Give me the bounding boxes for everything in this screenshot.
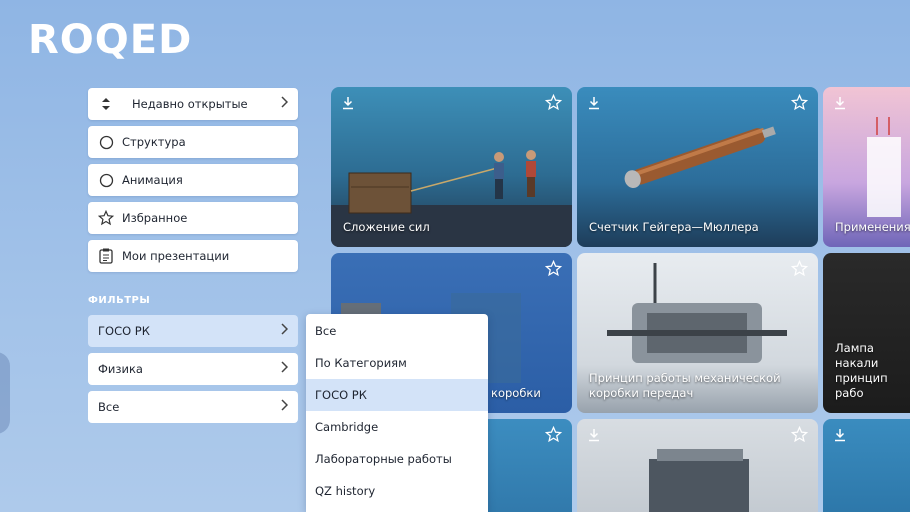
chevron-right-icon <box>280 323 289 339</box>
menu-item-label: Избранное <box>122 211 188 225</box>
lesson-card[interactable]: Сложение сил <box>331 87 572 247</box>
filters-list: ГОСО РК Физика Все <box>88 315 298 429</box>
card-title: Сложение сил <box>343 220 430 234</box>
filter-label: ГОСО РК <box>98 324 150 338</box>
dropdown-option-selected[interactable]: ГОСО РК <box>306 379 488 411</box>
sort-icon <box>98 96 114 112</box>
lesson-card[interactable]: Принцип работы механической коробки пере… <box>577 253 818 413</box>
download-icon[interactable] <box>587 427 601 442</box>
menu-item-favorites[interactable]: Избранное <box>88 202 298 234</box>
dropdown-option[interactable]: Cambridge <box>306 411 488 443</box>
favorite-star-icon[interactable] <box>790 93 809 111</box>
filter-grade[interactable]: Все <box>88 391 298 423</box>
dropdown-option[interactable]: QZ history <box>306 475 488 507</box>
card-title: Принцип работы механической коробки пере… <box>589 371 781 400</box>
lesson-card[interactable] <box>577 419 818 512</box>
chevron-right-icon <box>280 399 289 415</box>
menu-item-structure[interactable]: Структура <box>88 126 298 158</box>
radio-icon <box>98 134 114 150</box>
radio-icon <box>98 172 114 188</box>
favorite-star-icon[interactable] <box>544 259 563 277</box>
download-icon[interactable] <box>341 95 355 110</box>
menu-item-label: Анимация <box>122 173 183 187</box>
chevron-right-icon <box>280 361 289 377</box>
lesson-card[interactable]: Применения <box>823 87 910 247</box>
menu-item-label: Недавно открытые <box>132 97 248 111</box>
favorite-star-icon[interactable] <box>790 259 809 277</box>
card-title: Применения <box>835 220 910 234</box>
card-title: коробки <box>491 386 541 400</box>
favorite-star-icon[interactable] <box>790 425 809 443</box>
dropdown-option[interactable]: Все <box>306 315 488 347</box>
star-icon <box>98 210 114 226</box>
chevron-right-icon <box>280 96 289 112</box>
menu-item-animation[interactable]: Анимация <box>88 164 298 196</box>
dropdown-option[interactable]: Лабораторные работы <box>306 443 488 475</box>
lesson-card[interactable] <box>823 419 910 512</box>
dropdown-option[interactable]: По Категориям <box>306 347 488 379</box>
download-icon[interactable] <box>587 95 601 110</box>
menu-item-label: Структура <box>122 135 186 149</box>
filter-subject[interactable]: Физика <box>88 353 298 385</box>
roqed-logo: ROQED <box>28 17 193 63</box>
filters-heading: ФИЛЬТРЫ <box>88 295 151 306</box>
menu-item-label: Мои презентации <box>122 249 230 263</box>
card-thumbnail <box>649 449 749 512</box>
menu-item-recent[interactable]: Недавно открытые <box>88 88 298 120</box>
side-panel-handle[interactable] <box>0 352 10 434</box>
favorite-star-icon[interactable] <box>544 425 563 443</box>
standard-dropdown-menu: Все По Категориям ГОСО РК Cambridge Лабо… <box>306 314 488 512</box>
download-icon[interactable] <box>833 95 847 110</box>
filter-standard[interactable]: ГОСО РК <box>88 315 298 347</box>
clipboard-icon <box>98 248 114 264</box>
menu-item-presentations[interactable]: Мои презентации <box>88 240 298 272</box>
sidebar-menu: Недавно открытые Структура Анимация Избр… <box>88 88 298 278</box>
filter-label: Физика <box>98 362 143 376</box>
download-icon[interactable] <box>833 427 847 442</box>
lesson-card[interactable]: Счетчик Гейгера—Мюллера <box>577 87 818 247</box>
favorite-star-icon[interactable] <box>544 93 563 111</box>
filter-label: Все <box>98 400 120 414</box>
card-title: Счетчик Гейгера—Мюллера <box>589 220 759 234</box>
lesson-card[interactable]: Лампа накали принцип рабо <box>823 253 910 413</box>
card-title: Лампа накали принцип рабо <box>835 341 888 400</box>
